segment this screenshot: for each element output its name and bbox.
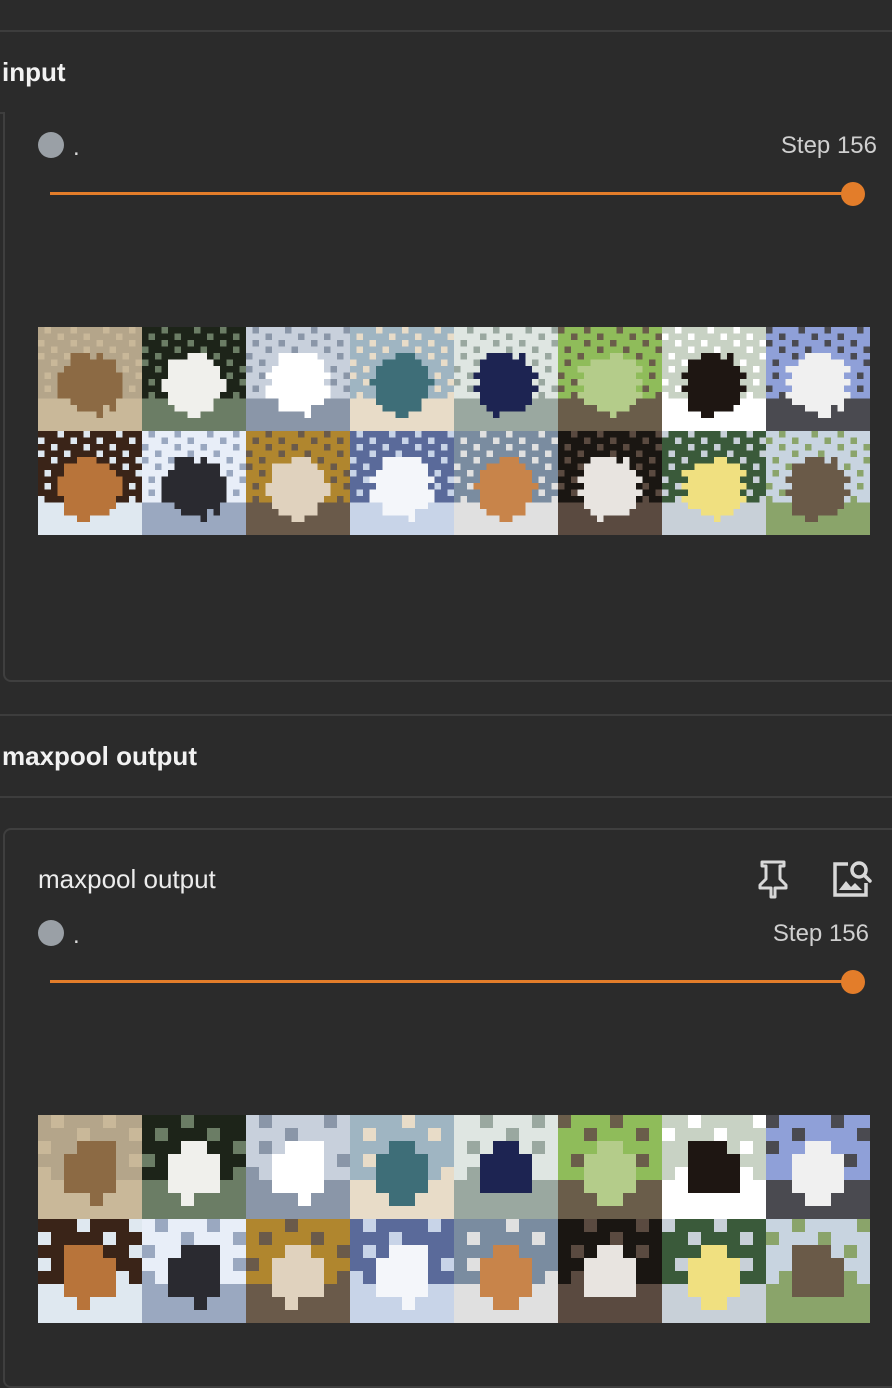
image-tile-horse-rider [38,1115,142,1219]
run-color-dot [38,132,64,158]
image-search-button[interactable] [829,857,873,901]
step-slider-track[interactable] [50,980,855,983]
pin-button[interactable] [751,857,795,901]
image-tile-cat [246,431,350,535]
image-tile-airplane [350,1115,454,1219]
image-tile-cat [246,1219,350,1323]
image-tile-cat [38,1219,142,1323]
section-header-input[interactable]: input [0,32,892,112]
pin-icon [758,860,788,899]
image-tile-horse [766,431,870,535]
image-tile-boat [246,1115,350,1219]
section-title: maxpool output [2,740,197,771]
image-tile-cat [38,431,142,535]
run-color-dot [38,920,64,946]
image-card-input: . Step 156 [3,112,892,682]
image-grid [38,1115,870,1323]
image-tile-deer [558,327,662,431]
image-tile-boat [350,1219,454,1323]
image-search-icon [833,861,872,897]
section-divider [0,796,892,798]
step-slider-thumb[interactable] [841,970,865,994]
image-tile-boat [350,431,454,535]
image-tile-dog [558,1219,662,1323]
image-tile-ship [454,1115,558,1219]
step-slider-track[interactable] [50,192,855,195]
step-label: Step 156 [772,920,869,947]
image-tile-dog [142,431,246,535]
image-tile-cat [454,1219,558,1323]
section-title: input [2,56,66,87]
image-tile-airplane [766,327,870,431]
run-name: . [73,134,80,161]
image-tile-dog [142,1219,246,1323]
image-tile-horse [766,1219,870,1323]
image-tile-ship [454,327,558,431]
image-tile-airplane [350,327,454,431]
step-label: Step 156 [780,132,877,159]
image-grid [38,327,870,535]
image-tile-car [662,431,766,535]
image-tile-horse [662,1115,766,1219]
image-tile-car [662,1219,766,1323]
section-header-maxpool[interactable]: maxpool output [0,716,892,796]
image-tile-dog [142,1115,246,1219]
card-title: maxpool output [38,864,216,894]
image-tile-dog [142,327,246,431]
image-tile-cat [454,431,558,535]
step-slider-thumb[interactable] [841,182,865,206]
image-tile-horse [662,327,766,431]
image-card-maxpool: maxpool output . Step 156 [3,828,892,1388]
image-tile-boat [246,327,350,431]
image-tile-horse-rider [38,327,142,431]
image-tile-deer [558,1115,662,1219]
image-tile-dog [558,431,662,535]
image-tile-airplane [766,1115,870,1219]
run-name: . [73,922,80,949]
